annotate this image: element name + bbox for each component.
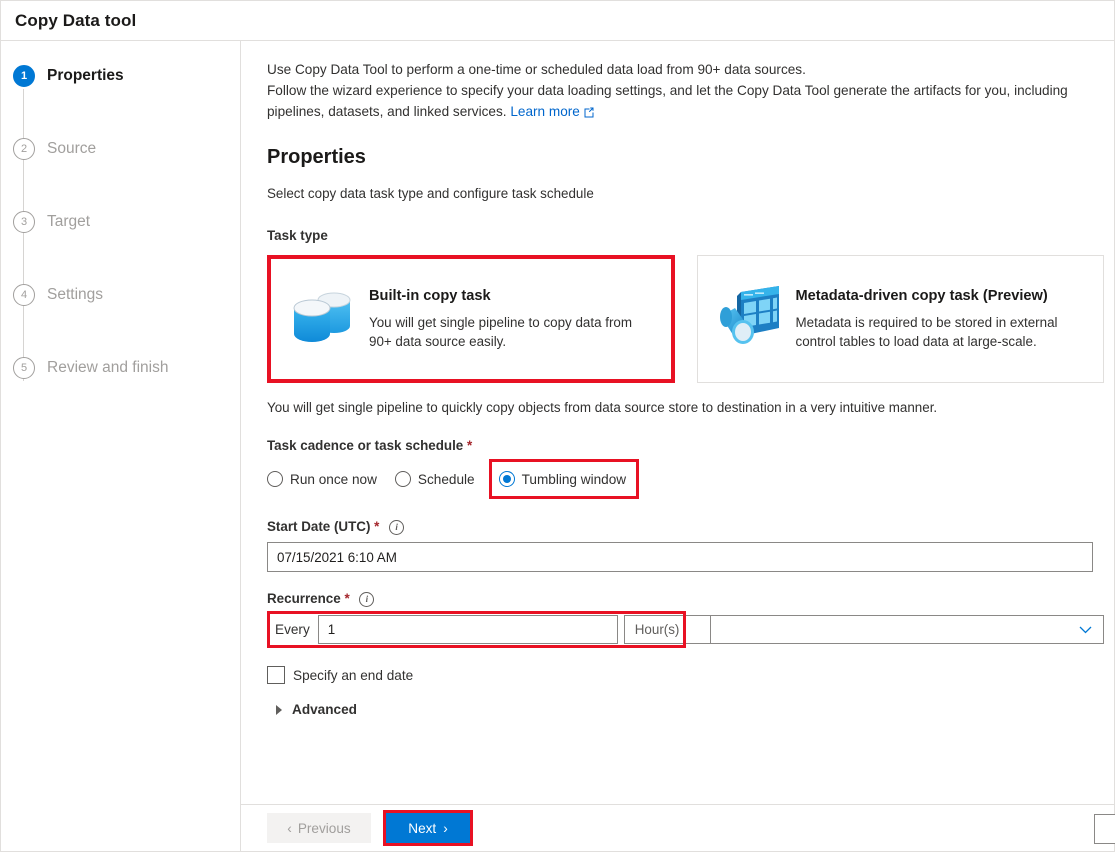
cadence-radio-group: Run once now Schedule Tumbling window: [267, 459, 1104, 499]
sidebar-item-label: Review and finish: [47, 359, 169, 376]
step-rail: [23, 89, 24, 381]
radio-label: Run once now: [290, 471, 377, 487]
radio-dot: [502, 475, 511, 483]
sidebar-item-label: Target: [47, 213, 91, 230]
task-type-cards: Built-in copy task You will get single p…: [267, 255, 1104, 383]
required-marker: *: [374, 519, 380, 534]
advanced-label: Advanced: [292, 702, 357, 717]
checkbox-box: [267, 666, 285, 684]
wizard-steps: 1 Properties 2 Source 3 Target 4 Setting…: [1, 63, 240, 381]
next-button-label: Next: [408, 820, 437, 836]
next-button-highlight: Next ›: [383, 810, 473, 846]
cadence-label: Task cadence or task schedule *: [267, 438, 1104, 453]
start-date-input[interactable]: 07/15/2021 6:10 AM: [267, 542, 1093, 572]
intro-line-1: Use Copy Data Tool to perform a one-time…: [267, 62, 806, 77]
info-icon[interactable]: i: [359, 592, 375, 607]
recurrence-unit-dropdown[interactable]: [709, 615, 1104, 644]
recurrence-interval-input[interactable]: 1: [317, 615, 618, 644]
specify-end-date-checkbox[interactable]: Specify an end date: [267, 666, 1104, 684]
card-text: Metadata-driven copy task (Preview) Meta…: [796, 288, 1090, 351]
sidebar-item-label: Properties: [47, 67, 124, 84]
radio-label: Tumbling window: [521, 471, 627, 487]
task-type-card-metadata-driven-copy-task[interactable]: Metadata-driven copy task (Preview) Meta…: [696, 255, 1104, 383]
start-date-label: Start Date (UTC) * i: [267, 519, 1104, 535]
step-bullet-4: 4: [13, 284, 35, 306]
footer-edge-partial-control[interactable]: [1094, 814, 1115, 844]
recurrence-unit-value[interactable]: Hour(s): [623, 615, 710, 644]
task-type-label: Task type: [267, 228, 328, 243]
sidebar-item-review-and-finish[interactable]: 5 Review and finish: [13, 355, 240, 381]
chevron-right-icon: [276, 704, 282, 715]
radio-schedule[interactable]: Schedule: [394, 466, 475, 492]
next-chevron-icon: ›: [443, 820, 448, 836]
main-content: Use Copy Data Tool to perform a one-time…: [241, 41, 1114, 804]
cadence-label-text: Task cadence or task schedule: [267, 438, 464, 453]
start-date-label-text: Start Date (UTC): [267, 519, 371, 534]
card-text: Built-in copy task You will get single p…: [369, 288, 657, 351]
previous-button[interactable]: ‹ Previous: [267, 813, 371, 843]
database-copy-icon: [285, 280, 363, 358]
body-split: 1 Properties 2 Source 3 Target 4 Setting…: [1, 41, 1115, 851]
radio-circle: [267, 471, 283, 487]
recurrence-interval-value: 1: [327, 622, 336, 637]
radio-tumbling-window[interactable]: Tumbling window: [488, 459, 640, 499]
recurrence-row: Every 1 Hour(s): [267, 611, 1104, 648]
recurrence-label-text: Recurrence: [267, 591, 341, 606]
window-title: Copy Data tool: [15, 10, 137, 30]
external-link-icon: [583, 103, 595, 124]
sidebar-item-label: Settings: [47, 286, 104, 303]
radio-circle: [394, 471, 411, 487]
learn-more-link[interactable]: Learn more: [510, 104, 580, 119]
start-date-value: 07/15/2021 6:10 AM: [277, 549, 397, 565]
required-marker: *: [466, 438, 473, 453]
required-marker: *: [344, 591, 350, 606]
sidebar-item-properties[interactable]: 1 Properties: [13, 63, 240, 89]
chevron-down-icon: [1079, 624, 1092, 636]
sidebar-item-settings[interactable]: 4 Settings: [13, 282, 240, 308]
intro-text: Use Copy Data Tool to perform a one-time…: [267, 59, 1104, 124]
next-button[interactable]: Next ›: [386, 813, 470, 843]
checkbox-label: Specify an end date: [293, 667, 414, 683]
step-bullet-1: 1: [13, 65, 35, 87]
step-bullet-5: 5: [13, 357, 35, 379]
task-type-card-built-in-copy-task[interactable]: Built-in copy task You will get single p…: [267, 255, 675, 383]
wizard-footer: ‹ Previous Next ›: [241, 804, 1115, 851]
step-bullet-2: 2: [13, 138, 35, 160]
sidebar-item-label: Source: [47, 140, 97, 157]
card-description: Metadata is required to be stored in ext…: [795, 314, 1058, 349]
sidebar-item-target[interactable]: 3 Target: [13, 209, 240, 235]
card-title: Built-in copy task: [369, 287, 491, 304]
card-title: Metadata-driven copy task (Preview): [795, 287, 1048, 304]
advanced-toggle[interactable]: Advanced: [267, 702, 1104, 717]
metadata-table-icon: [712, 280, 790, 358]
radio-label: Schedule: [417, 471, 475, 487]
copy-data-tool-window: Copy Data tool 1 Properties 2 Source 3 T…: [0, 0, 1115, 852]
info-icon[interactable]: i: [389, 520, 405, 535]
radio-run-once-now[interactable]: Run once now: [267, 466, 377, 492]
page-title: Properties: [267, 146, 366, 168]
previous-chevron-icon: ‹: [287, 820, 292, 836]
sidebar-item-source[interactable]: 2 Source: [13, 136, 240, 162]
every-label: Every: [275, 622, 310, 637]
radio-circle: [498, 471, 515, 487]
wizard-sidebar: 1 Properties 2 Source 3 Target 4 Setting…: [1, 41, 241, 851]
page-subtitle: Select copy data task type and configure…: [267, 186, 594, 201]
titlebar: Copy Data tool: [1, 1, 1114, 41]
task-type-note: You will get single pipeline to quickly …: [267, 400, 938, 415]
recurrence-label: Recurrence * i: [267, 591, 1104, 607]
previous-button-label: Previous: [297, 820, 351, 836]
card-description: You will get single pipeline to copy dat…: [369, 314, 633, 349]
intro-line-2: Follow the wizard experience to specify …: [267, 83, 1068, 119]
main-pane: Use Copy Data Tool to perform a one-time…: [241, 41, 1115, 851]
step-bullet-3: 3: [13, 211, 35, 233]
